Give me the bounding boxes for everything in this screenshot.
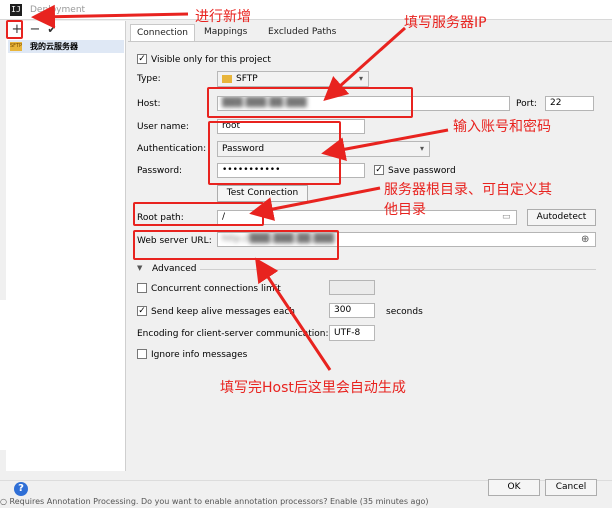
annotation-root-dir-line1: 服务器根目录、可自定义其 bbox=[384, 182, 552, 198]
visible-only-checkbox[interactable]: ✓ bbox=[137, 54, 147, 64]
ignore-info-checkbox[interactable] bbox=[137, 349, 147, 359]
encoding-label: Encoding for client-server communication… bbox=[137, 329, 329, 339]
encoding-select[interactable]: UTF-8 bbox=[329, 325, 375, 341]
user-name-label: User name: bbox=[137, 122, 189, 132]
globe-icon[interactable]: ⊕ bbox=[581, 234, 589, 245]
annotation-box-root bbox=[133, 202, 264, 226]
annotation-account-password: 输入账号和密码 bbox=[453, 119, 551, 135]
apply-button[interactable]: ✔ bbox=[45, 22, 59, 38]
autodetect-button[interactable]: Autodetect bbox=[527, 209, 596, 226]
visible-only-label: Visible only for this project bbox=[151, 55, 271, 65]
keep-alive-label: Send keep alive messages each bbox=[151, 307, 296, 317]
type-value: SFTP bbox=[236, 74, 258, 84]
password-label: Password: bbox=[137, 166, 183, 176]
concurrent-connections-label: Concurrent connections limit bbox=[151, 284, 281, 294]
editor-edge bbox=[0, 300, 6, 450]
keep-alive-checkbox[interactable]: ✓ bbox=[137, 306, 147, 316]
chevron-down-icon: ▾ bbox=[419, 144, 424, 153]
keep-alive-unit: seconds bbox=[386, 307, 423, 317]
app-icon: IJ bbox=[10, 4, 22, 16]
advanced-divider bbox=[200, 269, 596, 270]
annotation-fill-ip: 填写服务器IP bbox=[404, 15, 487, 31]
server-list-pane bbox=[6, 21, 126, 471]
ignore-info-label: Ignore info messages bbox=[151, 350, 248, 360]
annotation-auto-generate: 填写完Host后这里会自动生成 bbox=[220, 380, 406, 396]
title-bar bbox=[0, 0, 612, 20]
save-password-label: Save password bbox=[388, 166, 456, 176]
advanced-header[interactable]: Advanced bbox=[152, 264, 196, 274]
port-label: Port: bbox=[516, 99, 537, 109]
type-select[interactable]: SFTP ▾ bbox=[217, 71, 369, 87]
tab-excluded-paths[interactable]: Excluded Paths bbox=[262, 24, 342, 41]
keep-alive-input[interactable]: 300 bbox=[329, 303, 375, 318]
test-connection-button[interactable]: Test Connection bbox=[217, 185, 308, 202]
ok-button[interactable]: OK bbox=[488, 479, 540, 496]
status-message: ○ Requires Annotation Processing. Do you… bbox=[0, 497, 429, 506]
arrow-auto-generate bbox=[255, 257, 332, 371]
cancel-button[interactable]: Cancel bbox=[545, 479, 597, 496]
tab-connection[interactable]: Connection bbox=[130, 24, 195, 41]
help-icon[interactable]: ? bbox=[14, 482, 28, 496]
sftp-icon: SFTP bbox=[10, 42, 23, 51]
sftp-icon bbox=[222, 74, 232, 83]
chevron-down-icon: ▾ bbox=[358, 74, 363, 83]
remove-server-button[interactable]: − bbox=[28, 22, 42, 38]
annotation-box-credentials bbox=[208, 121, 341, 185]
annotation-add-new: 进行新增 bbox=[195, 9, 251, 25]
annotation-box-web-url bbox=[133, 230, 339, 260]
annotation-box-add bbox=[6, 20, 23, 39]
server-list-item[interactable]: SFTP 我的云服务器 bbox=[8, 40, 124, 53]
host-label: Host: bbox=[137, 99, 161, 109]
window-title: Deployment bbox=[30, 5, 86, 15]
annotation-root-dir-line2: 他目录 bbox=[384, 202, 426, 218]
save-password-checkbox[interactable]: ✓ bbox=[374, 165, 384, 175]
collapse-arrow-icon[interactable]: ▼ bbox=[137, 264, 142, 272]
folder-icon[interactable]: ▭ bbox=[502, 212, 511, 222]
tab-divider bbox=[128, 41, 612, 42]
server-name: 我的云服务器 bbox=[30, 42, 78, 51]
concurrent-connections-checkbox[interactable] bbox=[137, 283, 147, 293]
type-label: Type: bbox=[137, 74, 161, 84]
annotation-box-host bbox=[207, 87, 413, 118]
port-input[interactable]: 22 bbox=[545, 96, 594, 111]
tab-mappings[interactable]: Mappings bbox=[198, 24, 253, 41]
authentication-label: Authentication: bbox=[137, 144, 207, 154]
concurrent-connections-input[interactable] bbox=[329, 280, 375, 295]
